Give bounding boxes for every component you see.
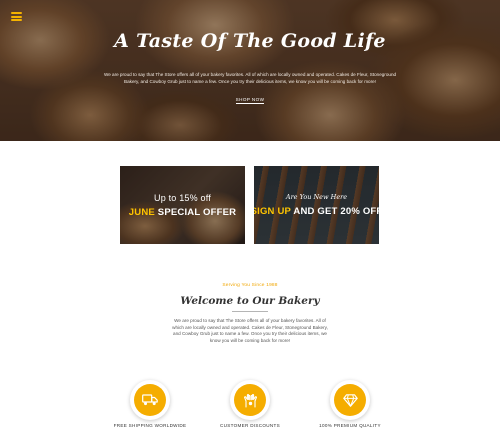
promo-subtitle: Up to 15% off (154, 192, 211, 203)
feature-customer-discounts: CUSTOMER DISCOUNTS (200, 380, 300, 428)
promo-subtitle: Are You New Here (285, 193, 348, 201)
feature-badge (330, 380, 370, 420)
promo-headline: SIGN UP AND GET 20% OFF (254, 206, 379, 217)
feature-label: FREE SHIPPING WORLDWIDE (113, 423, 187, 428)
hero-banner: A Taste Of The Good Life We are proud to… (0, 0, 500, 141)
promo-banner-june[interactable]: Up to 15% off JUNE SPECIAL OFFER (120, 166, 245, 244)
promo-banner-signup[interactable]: Are You New Here SIGN UP AND GET 20% OFF (254, 166, 379, 244)
promo-highlight: SIGN UP (254, 206, 291, 217)
promo-headline-rest: SPECIAL OFFER (154, 206, 237, 218)
hero-title: A Taste Of The Good Life (114, 30, 386, 52)
feature-label: 100% PREMIUM QUALITY (319, 423, 381, 428)
hero-text: We are proud to say that The Store offer… (103, 72, 397, 84)
menu-icon[interactable] (11, 12, 22, 21)
diamond-icon (334, 384, 366, 416)
welcome-title: Welcome to Our Bakery (180, 295, 320, 307)
feature-premium-quality: 100% PREMIUM QUALITY (300, 380, 400, 428)
hands-icon (234, 384, 266, 416)
feature-label: CUSTOMER DISCOUNTS (220, 423, 280, 428)
feature-badge (230, 380, 270, 420)
truck-icon (134, 384, 166, 416)
divider (232, 311, 268, 312)
welcome-text: We are proud to say that The Store offer… (172, 318, 328, 344)
feature-free-shipping: FREE SHIPPING WORLDWIDE (100, 380, 200, 428)
promo-headline-rest: AND GET 20% OFF (290, 206, 379, 217)
hero-link-wrapper: SHOP NOW (0, 97, 500, 104)
welcome-tagline: Serving You Since 1988 (222, 283, 278, 288)
feature-badge (130, 380, 170, 420)
shop-now-link[interactable]: SHOP NOW (235, 97, 265, 104)
promo-headline: JUNE SPECIAL OFFER (129, 207, 236, 218)
promo-highlight: JUNE (128, 206, 155, 218)
